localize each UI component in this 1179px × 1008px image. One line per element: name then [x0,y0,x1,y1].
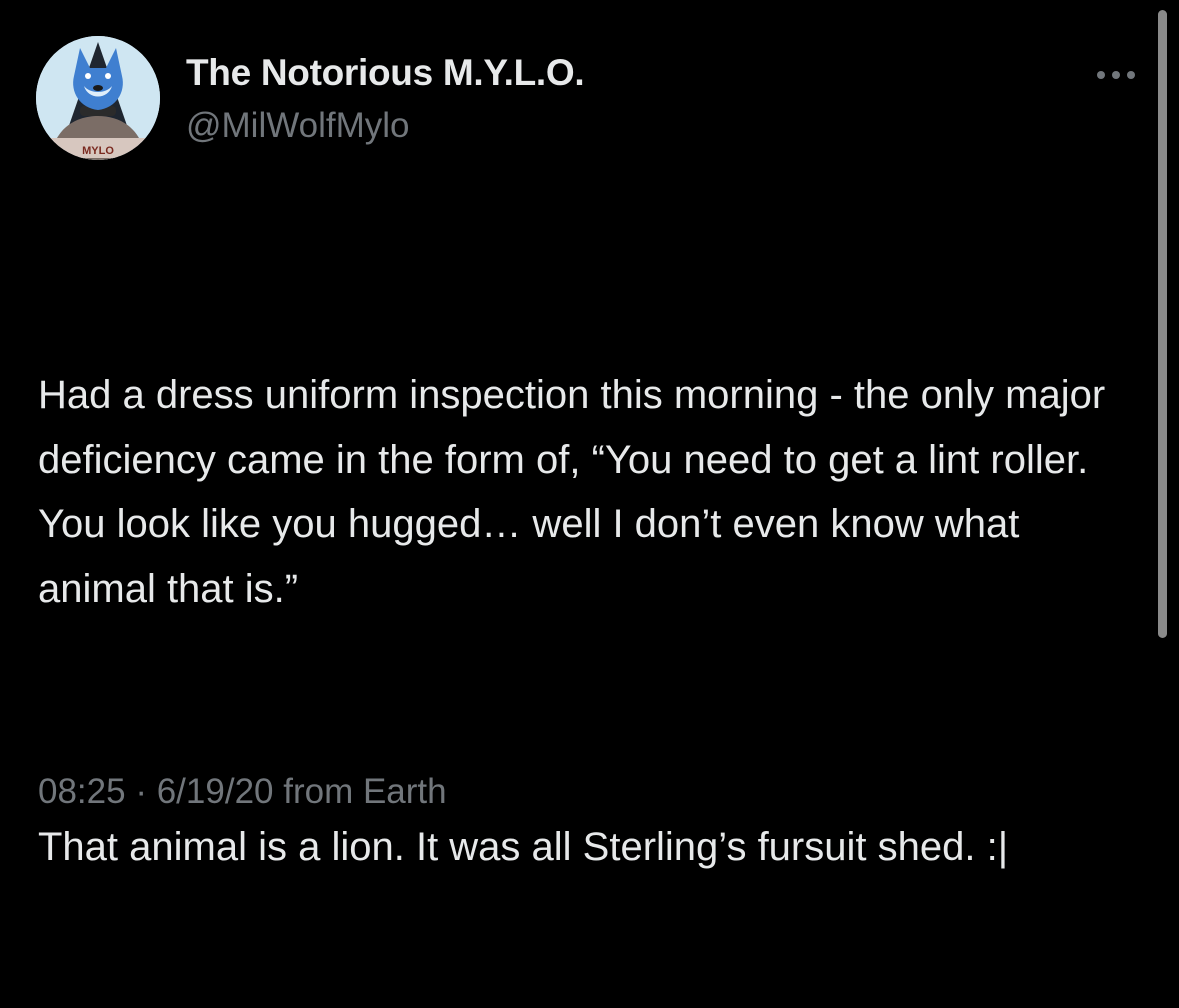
ellipsis-icon [1097,71,1135,79]
avatar-nameplate: MYLO [82,145,114,157]
tweet-detail: MYLO The Notorious M.Y.L.O. @MilWolfMylo… [0,0,1179,869]
display-name[interactable]: The Notorious M.Y.L.O. [186,52,585,94]
tweet-date[interactable]: 6/19/20 [157,772,274,811]
user-handle[interactable]: @MilWolfMylo [186,106,410,146]
tweet-time[interactable]: 08:25 [38,772,126,811]
scrollbar-thumb[interactable] [1158,10,1167,638]
tweet-text: Had a dress uniform inspection this morn… [38,234,1128,1008]
tweet-source: from Earth [283,772,447,811]
tweet-meta: 08:25 · 6/19/20 from Earth [38,772,447,812]
more-options-button[interactable] [1092,60,1140,90]
meta-separator: · [135,772,147,811]
tweet-paragraph: Had a dress uniform inspection this morn… [38,373,1117,611]
tweet-paragraph: That animal is a lion. It was all Sterli… [38,824,1009,869]
profile-avatar[interactable]: MYLO [36,36,160,160]
wolf-avatar-icon: MYLO [36,36,160,160]
